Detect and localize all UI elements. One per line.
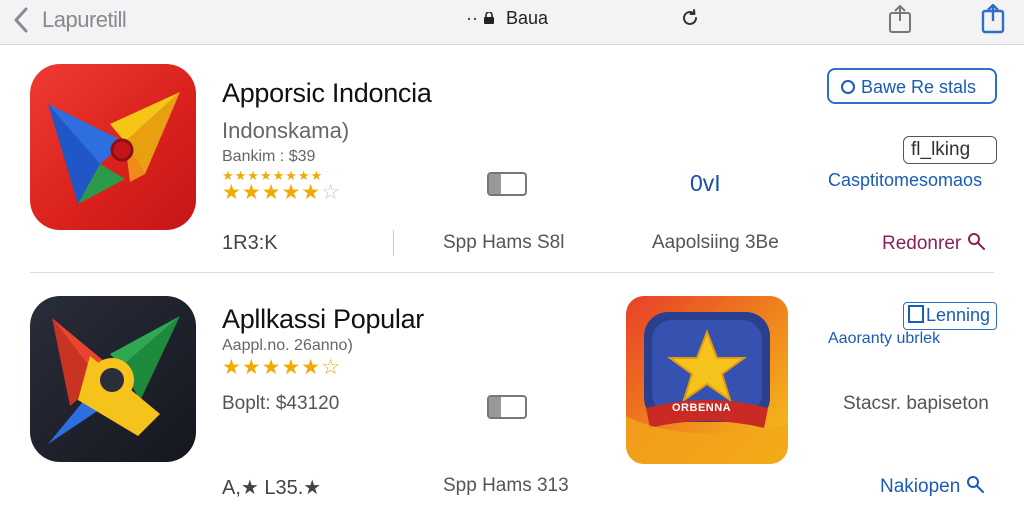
stars-filled: ★★★★★ bbox=[222, 356, 322, 379]
address-bar[interactable]: ·· Baua bbox=[460, 6, 710, 32]
app-subtitle: Aappl.no. 26anno) bbox=[222, 337, 353, 354]
stars-filled: ★★★★★ bbox=[222, 181, 322, 204]
back-label[interactable]: Lapuretill bbox=[42, 7, 127, 33]
app-name[interactable]: Apllkassi Popular bbox=[222, 304, 424, 335]
badge-text: ORBENNA bbox=[672, 402, 732, 414]
app-price: Boplt: $43120 bbox=[222, 393, 340, 414]
app-category: Spp Hams S8l bbox=[443, 232, 565, 253]
device-icon bbox=[487, 395, 527, 419]
browser-toolbar: Lapuretill ·· Baua bbox=[0, 0, 1024, 45]
rating-stars: ★★★★★☆ bbox=[222, 355, 341, 380]
app-name[interactable]: Apporsic Indoncia bbox=[222, 78, 432, 109]
star-badge-icon bbox=[626, 312, 788, 464]
device-icon bbox=[487, 172, 527, 196]
secondary-caption: Casptitomesomaos bbox=[828, 170, 983, 190]
secondary-button-label: fl_lking bbox=[911, 139, 971, 160]
primary-action-button[interactable]: Bawe Re stals bbox=[827, 68, 997, 104]
search-icon bbox=[967, 233, 985, 250]
reload-icon[interactable] bbox=[680, 8, 700, 28]
action-link[interactable]: Redonrer bbox=[882, 232, 987, 255]
secondary-button-label: Lenning bbox=[926, 305, 991, 325]
app-icon-star-dark[interactable] bbox=[30, 296, 196, 462]
primary-button-label: Bawe Re stals bbox=[861, 77, 977, 97]
row-divider bbox=[30, 272, 994, 273]
address-text: Baua bbox=[506, 8, 549, 28]
stars-empty: ☆ bbox=[321, 181, 341, 204]
square-icon bbox=[908, 305, 924, 323]
circle-icon bbox=[841, 80, 855, 94]
app-rank: Bankim : $39 bbox=[222, 148, 316, 165]
app-category: Spp Hams 313 bbox=[443, 475, 569, 496]
app-icon-star-red[interactable] bbox=[30, 64, 196, 230]
center-label: 0vI bbox=[690, 170, 721, 196]
secondary-caption: Aaoranty ubrlek bbox=[828, 330, 941, 347]
rating-stars: ★★★★★☆ bbox=[222, 180, 341, 205]
tabs-icon[interactable] bbox=[980, 4, 1006, 34]
stars-half: ☆ bbox=[321, 356, 341, 379]
share-icon[interactable] bbox=[887, 4, 913, 34]
featured-badge-image[interactable]: ORBENNA bbox=[626, 296, 788, 464]
chevron-left-icon[interactable] bbox=[10, 6, 32, 34]
secondary-action-button[interactable]: fl_lking bbox=[903, 136, 997, 164]
side-note: Stacsr. bapiseton bbox=[843, 393, 989, 414]
action-link-label: Redonrer bbox=[882, 233, 962, 254]
vertical-divider bbox=[393, 230, 394, 256]
app-reviews: A,★ L35.★ bbox=[222, 477, 322, 499]
search-icon bbox=[966, 476, 984, 493]
compass-star-icon bbox=[48, 316, 180, 444]
app-subtitle: Indonskama) bbox=[222, 118, 350, 143]
compass-star-icon bbox=[48, 92, 180, 204]
address-dots: ·· bbox=[466, 8, 478, 28]
app-size: 1R3:K bbox=[222, 232, 278, 254]
secondary-action-button[interactable]: Lenning bbox=[903, 302, 997, 330]
action-link-label: Nakiopen bbox=[880, 476, 961, 497]
action-link[interactable]: Nakiopen bbox=[880, 475, 986, 498]
lock-icon bbox=[484, 12, 494, 24]
developer-note: Aapolsiing 3Be bbox=[652, 232, 779, 253]
